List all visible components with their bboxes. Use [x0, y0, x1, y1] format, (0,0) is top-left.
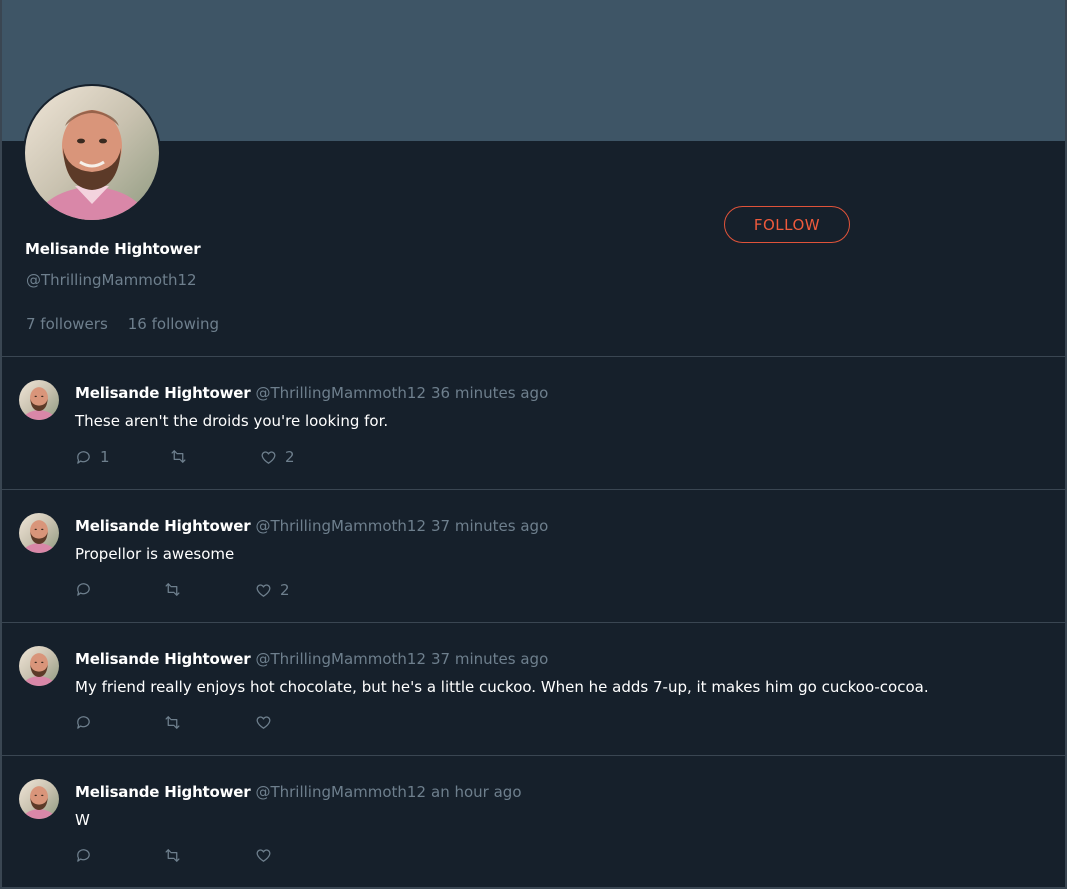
reply-icon [75, 449, 92, 466]
reply-button[interactable] [75, 581, 100, 598]
retweet-icon [164, 581, 181, 598]
like-icon [255, 582, 272, 599]
tweet-author-handle[interactable]: @ThrillingMammoth12 [255, 650, 426, 668]
like-count: 2 [285, 448, 295, 466]
tweet-actions [75, 714, 475, 734]
tweet-timestamp[interactable]: 36 minutes ago [431, 384, 548, 402]
tweet-text: My friend really enjoys hot chocolate, b… [75, 678, 929, 696]
like-count: 2 [280, 581, 290, 599]
reply-icon [75, 847, 92, 864]
retweet-button[interactable] [164, 581, 189, 598]
tweet-header: Melisande Hightower @ThrillingMammoth12 37… [75, 517, 548, 535]
tweet-author-name[interactable]: Melisande Hightower [75, 783, 251, 801]
like-button[interactable]: 2 [255, 581, 290, 599]
profile-stats: 7 followers 16 following [26, 315, 219, 333]
followers-link[interactable]: 7 followers [26, 315, 108, 333]
profile-name: Melisande Hightower [25, 240, 201, 258]
tweet-author-handle[interactable]: @ThrillingMammoth12 [255, 783, 426, 801]
tweet-text: These aren't the droids you're looking f… [75, 412, 389, 430]
tweet-text: W [75, 811, 90, 829]
tweet-avatar[interactable] [19, 646, 59, 686]
avatar-photo-icon [25, 86, 159, 220]
tweet-timestamp[interactable]: an hour ago [431, 783, 521, 801]
profile-handle: @ThrillingMammoth12 [26, 271, 197, 289]
tweet-avatar[interactable] [19, 779, 59, 819]
tweet-author-name[interactable]: Melisande Hightower [75, 384, 251, 402]
profile-banner [2, 0, 1065, 141]
reply-button[interactable] [75, 714, 100, 731]
profile-avatar[interactable] [23, 84, 161, 222]
tweet-item[interactable]: Melisande Hightower @ThrillingMammoth12 37… [2, 623, 1065, 755]
retweet-button[interactable] [164, 847, 189, 864]
retweet-icon [164, 847, 181, 864]
profile-page: FOLLOW Melisande Hightower @ThrillingMam… [0, 0, 1067, 889]
retweet-icon [164, 714, 181, 731]
tweet-author-name[interactable]: Melisande Hightower [75, 517, 251, 535]
tweet-actions [75, 847, 475, 867]
like-button[interactable] [255, 847, 280, 864]
tweet-timestamp[interactable]: 37 minutes ago [431, 517, 548, 535]
reply-count: 1 [100, 448, 110, 466]
tweet-header: Melisande Hightower @ThrillingMammoth12 37… [75, 650, 548, 668]
tweet-avatar[interactable] [19, 380, 59, 420]
reply-icon [75, 714, 92, 731]
reply-icon [75, 581, 92, 598]
following-link[interactable]: 16 following [128, 315, 219, 333]
retweet-icon [170, 448, 187, 465]
tweet-actions: 12 [75, 448, 475, 468]
tweet-text: Propellor is awesome [75, 545, 235, 563]
retweet-button[interactable] [170, 448, 195, 465]
tweet-item[interactable]: Melisande Hightower @ThrillingMammoth12 36… [2, 357, 1065, 489]
tweet-author-handle[interactable]: @ThrillingMammoth12 [255, 384, 426, 402]
tweet-avatar[interactable] [19, 513, 59, 553]
tweet-timestamp[interactable]: 37 minutes ago [431, 650, 548, 668]
tweet-header: Melisande Hightower @ThrillingMammoth12 36… [75, 384, 548, 402]
reply-button[interactable] [75, 847, 100, 864]
tweet-item[interactable]: Melisande Hightower @ThrillingMammoth12 an… [2, 756, 1065, 887]
like-icon [260, 449, 277, 466]
like-icon [255, 714, 272, 731]
reply-button[interactable]: 1 [75, 448, 110, 466]
like-button[interactable]: 2 [260, 448, 295, 466]
follow-button[interactable]: FOLLOW [724, 206, 850, 243]
tweet-author-name[interactable]: Melisande Hightower [75, 650, 251, 668]
tweet-item[interactable]: Melisande Hightower @ThrillingMammoth12 37… [2, 490, 1065, 622]
retweet-button[interactable] [164, 714, 189, 731]
like-button[interactable] [255, 714, 280, 731]
like-icon [255, 847, 272, 864]
tweet-actions: 2 [75, 581, 475, 601]
tweet-author-handle[interactable]: @ThrillingMammoth12 [255, 517, 426, 535]
tweet-header: Melisande Hightower @ThrillingMammoth12 an… [75, 783, 522, 801]
